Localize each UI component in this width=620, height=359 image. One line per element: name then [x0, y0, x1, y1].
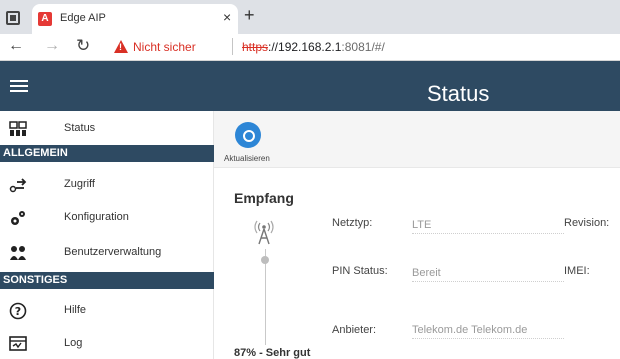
- tab-actions-icon[interactable]: [6, 11, 20, 25]
- refresh-label[interactable]: Aktualisieren: [224, 154, 270, 163]
- signal-level-indicator: [261, 256, 269, 264]
- pin-status-label: PIN Status:: [332, 265, 388, 277]
- back-arrow-icon[interactable]: ←: [8, 37, 24, 55]
- main-content: Aktualisieren Empfang 87% - Sehr gut Net…: [214, 111, 620, 359]
- sidebar-item-label: Log: [64, 337, 83, 349]
- menu-icon[interactable]: [10, 80, 28, 92]
- sidebar-item-label: Hilfe: [64, 304, 87, 316]
- signal-strength-text: 87% - Sehr gut: [234, 347, 311, 359]
- page-title: Status: [427, 81, 490, 106]
- tab-title: Edge AIP: [60, 12, 106, 24]
- security-status[interactable]: Nicht sicher: [133, 40, 196, 54]
- svg-text:?: ?: [15, 305, 21, 318]
- forward-arrow-icon[interactable]: →: [44, 37, 60, 55]
- toolbar: Aktualisieren: [214, 111, 620, 168]
- pin-status-value: Bereit: [412, 267, 564, 282]
- sidebar-item-status[interactable]: Status: [0, 115, 214, 143]
- refresh-button[interactable]: [235, 122, 261, 148]
- anbieter-label: Anbieter:: [332, 324, 377, 336]
- anbieter-value: Telekom.de Telekom.de: [412, 324, 564, 339]
- sidebar-item-benutzerverwaltung[interactable]: Benutzerverwaltung: [0, 239, 214, 267]
- sidebar-item-zugriff[interactable]: Zugriff: [0, 171, 214, 199]
- address-divider: [232, 38, 233, 55]
- browser-tab[interactable]: A Edge AIP ×: [32, 4, 238, 34]
- warning-icon[interactable]: [114, 40, 128, 53]
- favicon-icon: A: [38, 12, 52, 26]
- gears-icon: [11, 211, 25, 225]
- address-bar: ← → ↻ Nicht sicher https://192.168.2.1:8…: [0, 34, 620, 61]
- url-field[interactable]: https://192.168.2.1:8081/#/: [242, 40, 385, 54]
- browser-tab-bar: A Edge AIP × +: [0, 0, 620, 34]
- sidebar-item-log[interactable]: Log: [0, 330, 214, 358]
- url-host: ://192.168.2.1: [268, 40, 342, 54]
- sidebar-item-label: Benutzerverwaltung: [64, 246, 162, 258]
- users-icon: [10, 246, 26, 260]
- sidebar-item-hilfe[interactable]: ? Hilfe: [0, 297, 214, 325]
- revision-label: Revision:: [564, 217, 610, 229]
- netztyp-label: Netztyp:: [332, 217, 373, 229]
- imei-label: IMEI:: [564, 265, 590, 277]
- section-header-sonstiges: SONSTIGES: [0, 272, 214, 289]
- sidebar-item-label: Status: [64, 122, 96, 134]
- sidebar-item-label: Konfiguration: [64, 211, 129, 223]
- log-monitor-icon: [9, 336, 27, 351]
- access-arrows-icon: [9, 178, 27, 193]
- sidebar: Status ALLGEMEIN Zugriff Konfiguration B…: [0, 111, 214, 359]
- section-header-allgemein: ALLGEMEIN: [0, 145, 214, 162]
- help-icon: ?: [9, 302, 27, 320]
- reload-icon[interactable]: ↻: [76, 36, 90, 56]
- sidebar-item-label: Zugriff: [64, 178, 95, 190]
- app-header: Status: [0, 61, 620, 111]
- url-scheme: https: [242, 40, 269, 54]
- antenna-icon: [254, 220, 274, 245]
- reception-title: Empfang: [234, 190, 294, 206]
- netztyp-value: LTE: [412, 219, 564, 234]
- new-tab-button[interactable]: +: [244, 5, 255, 26]
- url-path: :8081/#/: [341, 40, 385, 54]
- close-tab-icon[interactable]: ×: [223, 9, 231, 25]
- sidebar-item-konfiguration[interactable]: Konfiguration: [0, 204, 214, 232]
- dashboard-icon: [9, 121, 27, 136]
